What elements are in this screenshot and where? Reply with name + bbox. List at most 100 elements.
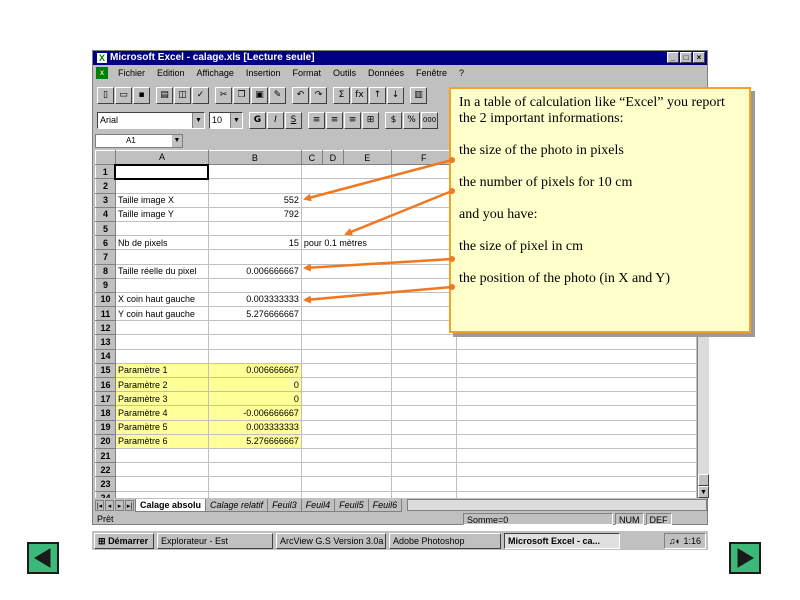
- save-icon[interactable]: ▪: [133, 86, 150, 104]
- column-header-b[interactable]: B: [207, 150, 302, 166]
- menu-outils[interactable]: Outils: [327, 66, 362, 80]
- cell-a[interactable]: Y coin haut gauche: [114, 306, 209, 322]
- sheet-tab-calage-relatif[interactable]: Calage relatif: [205, 498, 269, 512]
- thousands-button[interactable]: 000: [421, 111, 438, 129]
- cell-a[interactable]: Paramètre 4: [114, 405, 209, 421]
- cell-f[interactable]: [390, 263, 457, 279]
- cell-rest[interactable]: [455, 348, 697, 364]
- cell-c[interactable]: [300, 405, 392, 421]
- row-header[interactable]: 4: [95, 206, 116, 222]
- cell-a[interactable]: Paramètre 3: [114, 391, 209, 407]
- cell-rest[interactable]: [455, 433, 697, 449]
- cell-f[interactable]: [390, 433, 457, 449]
- cell-c[interactable]: [300, 249, 392, 265]
- next-sheet-icon[interactable]: ▸: [115, 499, 124, 511]
- cell-rest[interactable]: [455, 462, 697, 478]
- chart-wizard-icon[interactable]: ▥: [410, 86, 427, 104]
- cell-b[interactable]: 5.276666667: [207, 433, 302, 449]
- cell-f[interactable]: [390, 249, 457, 265]
- cell-f[interactable]: [390, 405, 457, 421]
- print-icon[interactable]: ▤: [156, 86, 173, 104]
- row-header[interactable]: 23: [95, 476, 116, 492]
- cell-c[interactable]: [300, 220, 392, 237]
- cell-a[interactable]: [114, 249, 209, 265]
- cell-rest[interactable]: [455, 376, 697, 393]
- menu-edition[interactable]: Edition: [151, 66, 191, 80]
- cell-f[interactable]: [390, 206, 457, 222]
- cell-f[interactable]: [390, 391, 457, 407]
- cell-a[interactable]: [114, 476, 209, 492]
- cell-c[interactable]: [300, 164, 392, 180]
- scroll-thumb[interactable]: [698, 474, 709, 486]
- row-header[interactable]: 21: [95, 447, 116, 464]
- cell-a[interactable]: Taille image Y: [114, 206, 209, 222]
- menu-format[interactable]: Format: [286, 66, 327, 80]
- cell-a[interactable]: [114, 462, 209, 478]
- cell-rest[interactable]: [455, 362, 697, 379]
- percent-button[interactable]: %: [403, 111, 420, 129]
- cell-a[interactable]: [114, 334, 209, 350]
- sheet-tab-calage-absolu[interactable]: Calage absolu: [135, 498, 207, 512]
- align-center-icon[interactable]: ≡: [326, 111, 343, 129]
- cell-b[interactable]: [207, 334, 302, 350]
- redo-icon[interactable]: ↷: [310, 86, 327, 104]
- task-excel[interactable]: Microsoft Excel - ca...: [504, 532, 620, 549]
- minimize-button[interactable]: _: [667, 52, 679, 63]
- row-header[interactable]: 7: [95, 249, 116, 265]
- sheet-tab-feuil4[interactable]: Feuil4: [300, 498, 336, 512]
- menu-help[interactable]: ?: [453, 66, 470, 80]
- cell-c[interactable]: [300, 306, 392, 322]
- cell-rest[interactable]: [455, 334, 697, 350]
- cell-a[interactable]: Paramètre 6: [114, 433, 209, 449]
- task-photoshop[interactable]: Adobe Photoshop: [389, 532, 501, 549]
- italic-button[interactable]: I: [267, 111, 284, 129]
- cell-c[interactable]: [300, 277, 392, 293]
- cell-a[interactable]: [114, 277, 209, 293]
- cell-c[interactable]: [300, 476, 392, 492]
- cell-b[interactable]: [207, 320, 302, 336]
- title-bar[interactable]: X Microsoft Excel - calage.xls [Lecture s…: [93, 51, 707, 65]
- cell-c[interactable]: [300, 362, 392, 379]
- menu-donnees[interactable]: Données: [362, 66, 410, 80]
- cell-f[interactable]: [390, 376, 457, 393]
- sheet-tab-feuil5[interactable]: Feuil5: [334, 498, 369, 512]
- align-right-icon[interactable]: ≡: [344, 111, 361, 129]
- font-size-select[interactable]: 10 ▼: [209, 111, 243, 129]
- cell-c[interactable]: [300, 334, 392, 350]
- cell-b[interactable]: 0.003333333: [207, 291, 302, 308]
- row-header[interactable]: 2: [95, 178, 116, 194]
- cell-b[interactable]: 0: [207, 391, 302, 407]
- chevron-down-icon[interactable]: ▼: [192, 112, 204, 128]
- cell-b[interactable]: [207, 178, 302, 194]
- column-header-e[interactable]: E: [342, 150, 392, 166]
- cell-a[interactable]: Paramètre 2: [114, 376, 209, 393]
- cell-c[interactable]: [300, 419, 392, 435]
- cell-c[interactable]: [300, 462, 392, 478]
- cell-c[interactable]: [300, 433, 392, 449]
- cell-b[interactable]: [207, 447, 302, 464]
- font-name-select[interactable]: Arial ▼: [97, 111, 205, 129]
- bold-button[interactable]: G: [249, 111, 266, 129]
- row-header[interactable]: 14: [95, 348, 116, 364]
- cell-c[interactable]: [300, 178, 392, 194]
- cell-a[interactable]: Paramètre 1: [114, 362, 209, 379]
- row-header[interactable]: 20: [95, 433, 116, 449]
- row-header[interactable]: 6: [95, 235, 116, 251]
- select-all-corner[interactable]: [95, 150, 116, 166]
- row-header[interactable]: 8: [95, 263, 116, 279]
- cell-c[interactable]: [300, 206, 392, 222]
- row-header[interactable]: 1: [95, 164, 116, 180]
- cell-a[interactable]: Taille réelle du pixel: [114, 263, 209, 279]
- cell-a[interactable]: [114, 178, 209, 194]
- cell-b[interactable]: [207, 348, 302, 364]
- horizontal-scrollbar[interactable]: [407, 499, 707, 511]
- cell-f[interactable]: [390, 334, 457, 350]
- cell-a[interactable]: [114, 220, 209, 237]
- row-header[interactable]: 22: [95, 462, 116, 478]
- cell-b[interactable]: 15: [207, 235, 302, 251]
- cell-b[interactable]: 0.006666667: [207, 263, 302, 279]
- cell-a[interactable]: [114, 447, 209, 464]
- cell-a[interactable]: [114, 490, 209, 498]
- cell-b[interactable]: -0.006666667: [207, 405, 302, 421]
- sheet-tab-feuil6[interactable]: Feuil6: [367, 498, 403, 512]
